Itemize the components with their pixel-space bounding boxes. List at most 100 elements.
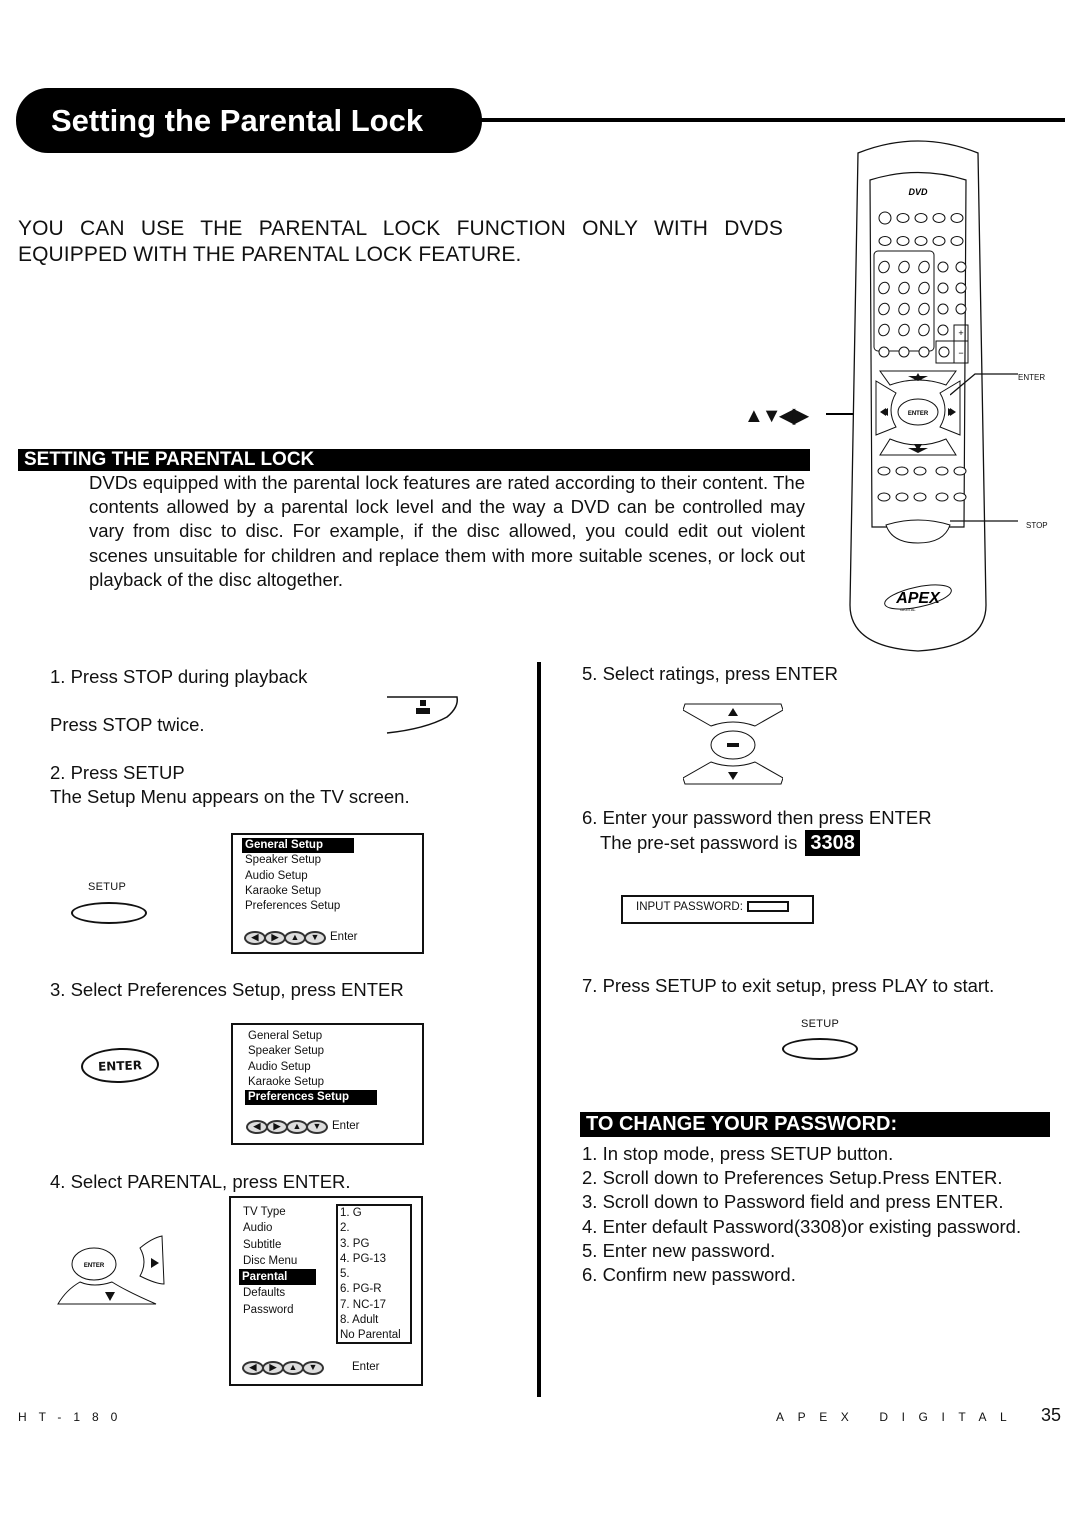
pref-item-parental[interactable]: Parental (239, 1269, 316, 1286)
rating-option[interactable]: No Parental (340, 1328, 410, 1343)
callout-enter: ENTER (1018, 373, 1046, 382)
list-item: 3. Scroll down to Password field and pre… (582, 1191, 1004, 1213)
svg-text:APEX: APEX (895, 590, 941, 607)
step-2: 2. Press SETUP (50, 762, 185, 783)
step-6b: The pre-set password is 3308 (600, 830, 860, 856)
page-number: 35 (1041, 1405, 1062, 1425)
pref-item-defaults[interactable]: Defaults (231, 1285, 321, 1301)
preferences-menu-osd: TV Type Audio Subtitle Disc Menu Parenta… (229, 1196, 423, 1386)
rating-option[interactable]: 6. PG-R (340, 1282, 410, 1297)
intro-line: EQUIPPED WITH THE PARENTAL LOCK FEATURE. (18, 243, 522, 266)
section-heading-change-password: TO CHANGE YOUR PASSWORD: (580, 1112, 1050, 1137)
up-enter-down-pad-illustration (683, 703, 783, 785)
menu-item-general-setup[interactable]: General Setup (242, 838, 354, 854)
setup-menu-osd: General Setup Speaker Setup Audio Setup … (231, 833, 424, 954)
osd-enter-label: Enter (352, 1361, 380, 1373)
preferences-item-list: TV Type Audio Subtitle Disc Menu Parenta… (231, 1204, 321, 1318)
menu-item-speaker-setup[interactable]: Speaker Setup (233, 853, 422, 868)
rating-option[interactable]: 8. Adult (340, 1313, 410, 1328)
preset-password-text: The pre-set password is (600, 832, 798, 853)
right-arrow-icon: ▶ (266, 1120, 288, 1135)
step-6: 6. Enter your password then press ENTER (582, 807, 932, 828)
step-3: 3. Select Preferences Setup, press ENTER (50, 979, 404, 1000)
intro-text: YOU CAN USE THE PARENTAL LOCK FUNCTION O… (18, 216, 783, 268)
input-password-osd: INPUT PASSWORD: (621, 895, 814, 924)
callout-lines (950, 373, 1018, 522)
column-divider (537, 662, 541, 1397)
left-arrow-icon: ◀ (246, 1120, 268, 1135)
callout-stop: STOP (1026, 521, 1048, 530)
menu-item-audio-setup[interactable]: Audio Setup (233, 869, 422, 884)
menu-item-general-setup[interactable]: General Setup (233, 1029, 422, 1044)
rating-option[interactable]: 2. (340, 1221, 410, 1236)
input-password-label: INPUT PASSWORD: (636, 901, 743, 913)
setup-button-label: SETUP (801, 1018, 840, 1030)
nav-arrows-icon: ▲▼◀▶ (744, 405, 808, 427)
svg-text:DIGITAL: DIGITAL (900, 607, 916, 612)
up-arrow-icon: ▲ (286, 1120, 308, 1135)
rating-option[interactable]: 1. G (340, 1206, 410, 1221)
setup-button[interactable] (782, 1038, 858, 1060)
menu-item-preferences-setup[interactable]: Preferences Setup (233, 899, 422, 914)
enter-right-down-pad-illustration: ENTER (57, 1235, 165, 1305)
step-4: 4. Select PARENTAL, press ENTER. (50, 1171, 351, 1192)
osd-enter-label: Enter (332, 1120, 360, 1133)
dvd-logo: DVD (908, 187, 928, 197)
password-input[interactable] (746, 901, 789, 913)
pref-item-password[interactable]: Password (231, 1302, 321, 1318)
down-arrow-icon: ▼ (304, 931, 326, 946)
enter-button[interactable]: ENTER (80, 1046, 160, 1085)
list-item: 5. Enter new password. (582, 1239, 776, 1261)
stop-icon (420, 700, 426, 706)
page-title: Setting the Parental Lock (16, 88, 482, 153)
pref-item-audio[interactable]: Audio (231, 1220, 321, 1236)
down-arrow-icon: ▼ (306, 1120, 328, 1135)
menu-item-speaker-setup[interactable]: Speaker Setup (233, 1044, 422, 1059)
dpad-enter-label: ENTER (908, 411, 929, 417)
menu-item-audio-setup[interactable]: Audio Setup (233, 1060, 422, 1075)
menu-item-preferences-setup[interactable]: Preferences Setup (245, 1090, 377, 1106)
rating-option[interactable]: 7. NC-17 (340, 1298, 410, 1313)
osd-footer: ◀ ▶ ▲ ▼ Enter (242, 1360, 380, 1375)
rating-option[interactable]: 5. (340, 1267, 410, 1282)
rating-list: 1. G 2. 3. PG 4. PG-13 5. 6. PG-R 7. NC-… (336, 1204, 412, 1344)
right-arrow-icon: ▶ (262, 1360, 284, 1375)
pref-item-subtitle[interactable]: Subtitle (231, 1237, 321, 1253)
setup-menu-osd-preferences-selected: General Setup Speaker Setup Audio Setup … (231, 1023, 424, 1145)
menu-item-karaoke-setup[interactable]: Karaoke Setup (233, 1075, 422, 1090)
pref-item-disc-menu[interactable]: Disc Menu (231, 1253, 321, 1269)
footer-brand: APEX DIGITAL (776, 1410, 1021, 1424)
list-item: 1. In stop mode, press SETUP button. (582, 1143, 894, 1164)
step-2b: The Setup Menu appears on the TV screen. (50, 786, 410, 807)
setup-button-label: SETUP (88, 881, 127, 893)
up-arrow-icon: ▲ (284, 931, 306, 946)
up-arrow-icon: ▲ (282, 1360, 304, 1375)
rating-option[interactable]: 3. PG (340, 1237, 410, 1252)
right-arrow-icon: ▶ (264, 931, 286, 946)
svg-text:−: − (958, 348, 963, 358)
list-item: 2. Scroll down to Preferences Setup.Pres… (582, 1167, 1003, 1189)
menu-item-karaoke-setup[interactable]: Karaoke Setup (233, 884, 422, 899)
osd-footer: ◀ ▶ ▲ ▼ Enter (246, 1119, 422, 1135)
left-arrow-icon: ◀ (242, 1360, 264, 1375)
section-heading-parental-lock: SETTING THE PARENTAL LOCK (18, 449, 810, 471)
pref-item-tv-type[interactable]: TV Type (231, 1204, 321, 1220)
intro-line: YOU CAN USE THE PARENTAL LOCK FUNCTION O… (18, 217, 783, 240)
footer-model: HT-180 (18, 1410, 130, 1424)
preset-password-badge: 3308 (805, 830, 860, 856)
left-arrow-icon: ◀ (244, 931, 266, 946)
title-rule (478, 118, 1065, 122)
stop-button-illustration (386, 696, 459, 734)
rating-option[interactable]: 4. PG-13 (340, 1252, 410, 1267)
svg-text:+: + (958, 328, 963, 338)
change-password-steps: 1. In stop mode, press SETUP button. 2. … (582, 1142, 1052, 1287)
step-7: 7. Press SETUP to exit setup, press PLAY… (582, 975, 995, 996)
down-arrow-icon: ▼ (302, 1360, 324, 1375)
osd-footer: ◀ ▶ ▲ ▼ Enter (244, 930, 422, 946)
setup-button[interactable] (71, 902, 147, 924)
list-item: 4. Enter default Password(3308)or existi… (582, 1215, 1022, 1237)
step-1: 1. Press STOP during playback (50, 666, 308, 687)
step-5: 5. Select ratings, press ENTER (582, 663, 839, 684)
list-item: 6. Confirm new password. (582, 1264, 796, 1286)
osd-enter-label: Enter (330, 931, 358, 944)
